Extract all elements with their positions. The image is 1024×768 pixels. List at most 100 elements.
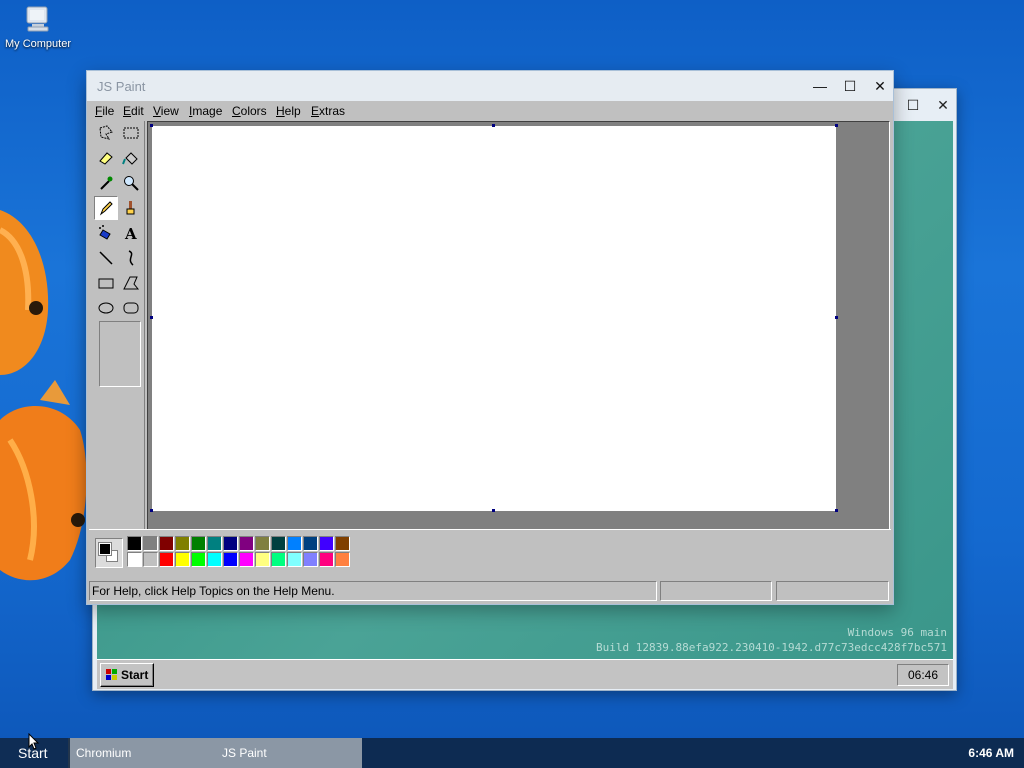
palette-swatch[interactable] (191, 552, 206, 567)
current-colors[interactable] (95, 538, 123, 568)
vm-taskbar: Start 06:46 (97, 659, 953, 689)
pick-color-tool[interactable] (94, 171, 118, 195)
palette-swatch[interactable] (143, 552, 158, 567)
polygon-tool[interactable] (119, 271, 143, 295)
desktop-icon-my-computer[interactable]: My Computer (2, 4, 74, 50)
vm-watermark-line1: Windows 96 main (847, 626, 947, 639)
jspaint-titlebar[interactable]: JS Paint — ☐ ✕ (87, 71, 893, 101)
resize-handle-bottom[interactable] (492, 509, 495, 512)
palette-swatch[interactable] (127, 552, 142, 567)
brush-tool[interactable] (119, 196, 143, 220)
rectangle-select-tool[interactable] (119, 121, 143, 145)
palette-swatch[interactable] (191, 536, 206, 551)
curve-tool[interactable] (119, 246, 143, 270)
rounded-rectangle-icon (123, 302, 139, 314)
magnifier-tool[interactable] (119, 171, 143, 195)
task-chromium[interactable]: Chromium (76, 738, 216, 768)
airbrush-icon (99, 225, 111, 240)
palette-swatch[interactable] (335, 552, 350, 567)
eraser-tool[interactable] (94, 146, 118, 170)
desktop-icon-label: My Computer (4, 38, 72, 50)
jspaint-window: JS Paint — ☐ ✕ File Edit View Image Colo… (86, 70, 894, 605)
pencil-tool[interactable] (94, 196, 118, 220)
palette-swatch[interactable] (303, 536, 318, 551)
status-help-text: For Help, click Help Topics on the Help … (89, 581, 657, 601)
palette-swatch[interactable] (271, 536, 286, 551)
free-form-select-tool[interactable] (94, 121, 118, 145)
palette-swatch[interactable] (159, 536, 174, 551)
menu-file[interactable]: File (95, 104, 114, 118)
color-palette (89, 529, 891, 579)
vm-watermark-line2: Build 12839.88efa922.230410-1942.d77c73e… (596, 641, 947, 654)
resize-handle (835, 124, 838, 127)
palette-swatch[interactable] (287, 536, 302, 551)
maximize-button[interactable]: ☐ (837, 77, 863, 95)
canvas-area (147, 121, 890, 579)
palette-swatch[interactable] (159, 552, 174, 567)
palette-swatch[interactable] (143, 536, 158, 551)
fill-tool[interactable] (119, 146, 143, 170)
palette-swatch[interactable] (335, 536, 350, 551)
task-jspaint[interactable]: JS Paint (222, 738, 362, 768)
rounded-rectangle-tool[interactable] (119, 296, 143, 320)
palette-swatch[interactable] (303, 552, 318, 567)
ellipse-tool[interactable] (94, 296, 118, 320)
toolbox: A (93, 121, 145, 578)
line-tool[interactable] (94, 246, 118, 270)
menu-help[interactable]: Help (276, 104, 301, 118)
menu-colors[interactable]: Colors (232, 104, 267, 118)
vm-build-watermark: Windows 96 main Build 12839.88efa922.230… (596, 625, 947, 655)
rectangle-icon (98, 278, 114, 289)
palette-swatch[interactable] (175, 552, 190, 567)
resize-handle (150, 124, 153, 127)
status-size (776, 581, 889, 601)
palette-swatch[interactable] (175, 536, 190, 551)
menu-edit[interactable]: Edit (123, 104, 144, 118)
palette-swatch[interactable] (127, 536, 142, 551)
palette-swatch[interactable] (287, 552, 302, 567)
polygon-icon (123, 276, 140, 290)
status-bar: For Help, click Help Topics on the Help … (89, 578, 891, 602)
resize-handle (150, 316, 153, 319)
resize-handle-right[interactable] (835, 316, 838, 319)
text-tool[interactable]: A (119, 221, 143, 245)
vm-start-button[interactable]: Start (100, 663, 154, 687)
tool-options-panel[interactable] (99, 321, 141, 387)
foreground-color[interactable] (98, 542, 112, 556)
palette-swatch[interactable] (319, 552, 334, 567)
rectangle-tool[interactable] (94, 271, 118, 295)
palette-swatch[interactable] (207, 536, 222, 551)
menu-extras[interactable]: Extras (311, 104, 345, 118)
svg-text:A: A (124, 225, 137, 242)
airbrush-tool[interactable] (94, 221, 118, 245)
menu-bar: File Edit View Image Colors Help Extras (89, 101, 891, 121)
magnifier-icon (124, 176, 139, 191)
palette-swatch[interactable] (223, 536, 238, 551)
palette-swatch[interactable] (223, 552, 238, 567)
curve-icon (128, 250, 134, 266)
host-clock: 6:46 AM (968, 746, 1014, 760)
close-button[interactable]: ✕ (867, 77, 893, 95)
palette-swatch[interactable] (319, 536, 334, 551)
eyedropper-icon (100, 176, 113, 190)
resize-handle-corner[interactable] (835, 509, 838, 512)
drawing-canvas[interactable] (152, 126, 836, 511)
windows-flag-icon (106, 669, 117, 680)
palette-swatch[interactable] (239, 536, 254, 551)
palette-swatch[interactable] (271, 552, 286, 567)
vm-maximize-button[interactable]: ☐ (903, 97, 923, 113)
vm-clock: 06:46 (897, 664, 949, 686)
minimize-button[interactable]: — (807, 77, 833, 95)
palette-swatch[interactable] (255, 552, 270, 567)
palette-swatch[interactable] (239, 552, 254, 567)
palette-swatch[interactable] (255, 536, 270, 551)
menu-image[interactable]: Image (189, 104, 222, 118)
host-taskbar: Start Chromium JS Paint 6:46 AM (0, 738, 1024, 768)
paint-bucket-icon (122, 152, 138, 165)
palette-swatch[interactable] (207, 552, 222, 567)
resize-handle (150, 509, 153, 512)
vm-close-button[interactable]: ✕ (933, 97, 953, 113)
menu-view[interactable]: View (153, 104, 179, 118)
brush-icon (126, 201, 135, 215)
window-title: JS Paint (97, 79, 146, 94)
